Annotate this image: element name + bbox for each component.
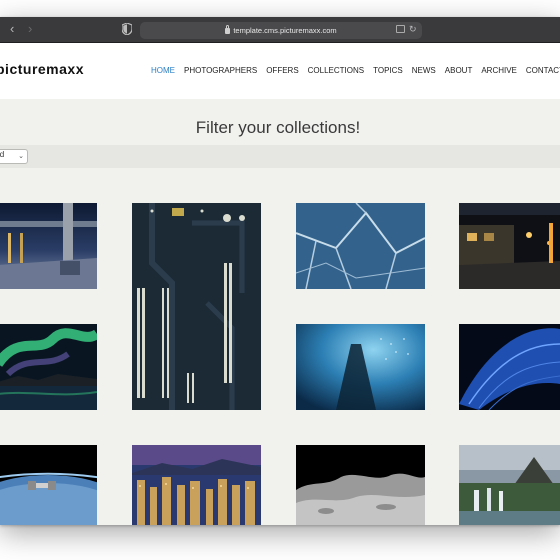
gallery-image[interactable]: [459, 203, 560, 289]
nav-about[interactable]: ABOUT: [445, 66, 473, 76]
blue-feather-image: [459, 324, 560, 410]
aurora-image: [0, 324, 97, 410]
cracked-ice-image: [296, 203, 425, 289]
main-nav: HOME PHOTOGRAPHERS OFFERS COLLECTIONS TO…: [151, 66, 560, 76]
address-bar[interactable]: template.cms.picturemaxx.com: [140, 22, 422, 39]
back-icon[interactable]: ‹: [10, 22, 14, 36]
shield-icon[interactable]: [122, 23, 132, 35]
gallery-image[interactable]: [296, 203, 425, 289]
nav-archive[interactable]: ARCHIVE: [481, 66, 517, 76]
city-skyline-image: [132, 445, 261, 525]
nav-offers[interactable]: OFFERS: [266, 66, 298, 76]
nav-contact[interactable]: CONTACT: [526, 66, 560, 76]
nav-topics[interactable]: TOPICS: [373, 66, 403, 76]
gallery-image[interactable]: [459, 324, 560, 410]
lock-icon: [225, 25, 231, 34]
nav-collections[interactable]: COLLECTIONS: [308, 66, 364, 76]
gallery-image[interactable]: [132, 445, 261, 525]
lunar-surface-image: [296, 445, 425, 525]
gallery-image[interactable]: [0, 445, 97, 525]
gallery-image[interactable]: [459, 445, 560, 525]
nav-news[interactable]: NEWS: [412, 66, 436, 76]
site-header: picturemaxx HOME PHOTOGRAPHERS OFFERS CO…: [0, 43, 560, 99]
site-logo[interactable]: picturemaxx: [0, 61, 84, 77]
gallery-image[interactable]: [0, 324, 97, 410]
forward-icon[interactable]: ›: [28, 22, 32, 36]
translate-icon[interactable]: [396, 25, 405, 33]
waterfall-mountain-image: [459, 445, 560, 525]
nav-home[interactable]: HOME: [151, 66, 175, 76]
reload-icon[interactable]: ↻: [409, 24, 417, 34]
chevron-down-icon: ⌄: [18, 153, 24, 160]
nav-photographers[interactable]: PHOTOGRAPHERS: [184, 66, 257, 76]
filter-select[interactable]: ld ⌄: [0, 149, 28, 164]
industrial-structure-image: [0, 203, 97, 289]
gallery-image[interactable]: [132, 203, 261, 410]
browser-toolbar: ‹ › template.cms.picturemaxx.com ↻: [0, 17, 560, 43]
gallery-image[interactable]: [0, 203, 97, 289]
page-title: Filter your collections!: [195, 118, 361, 137]
filter-bar: ld ⌄: [0, 145, 560, 168]
underwater-image: [296, 324, 425, 410]
gallery-image[interactable]: [296, 324, 425, 410]
night-street-image: [459, 203, 560, 289]
earth-from-space-image: [0, 445, 97, 525]
url-text: template.cms.picturemaxx.com: [233, 26, 337, 35]
gallery-image[interactable]: [296, 445, 425, 525]
browser-window: ‹ › template.cms.picturemaxx.com ↻ pictu…: [0, 17, 560, 525]
circuit-board-image: [132, 203, 261, 410]
